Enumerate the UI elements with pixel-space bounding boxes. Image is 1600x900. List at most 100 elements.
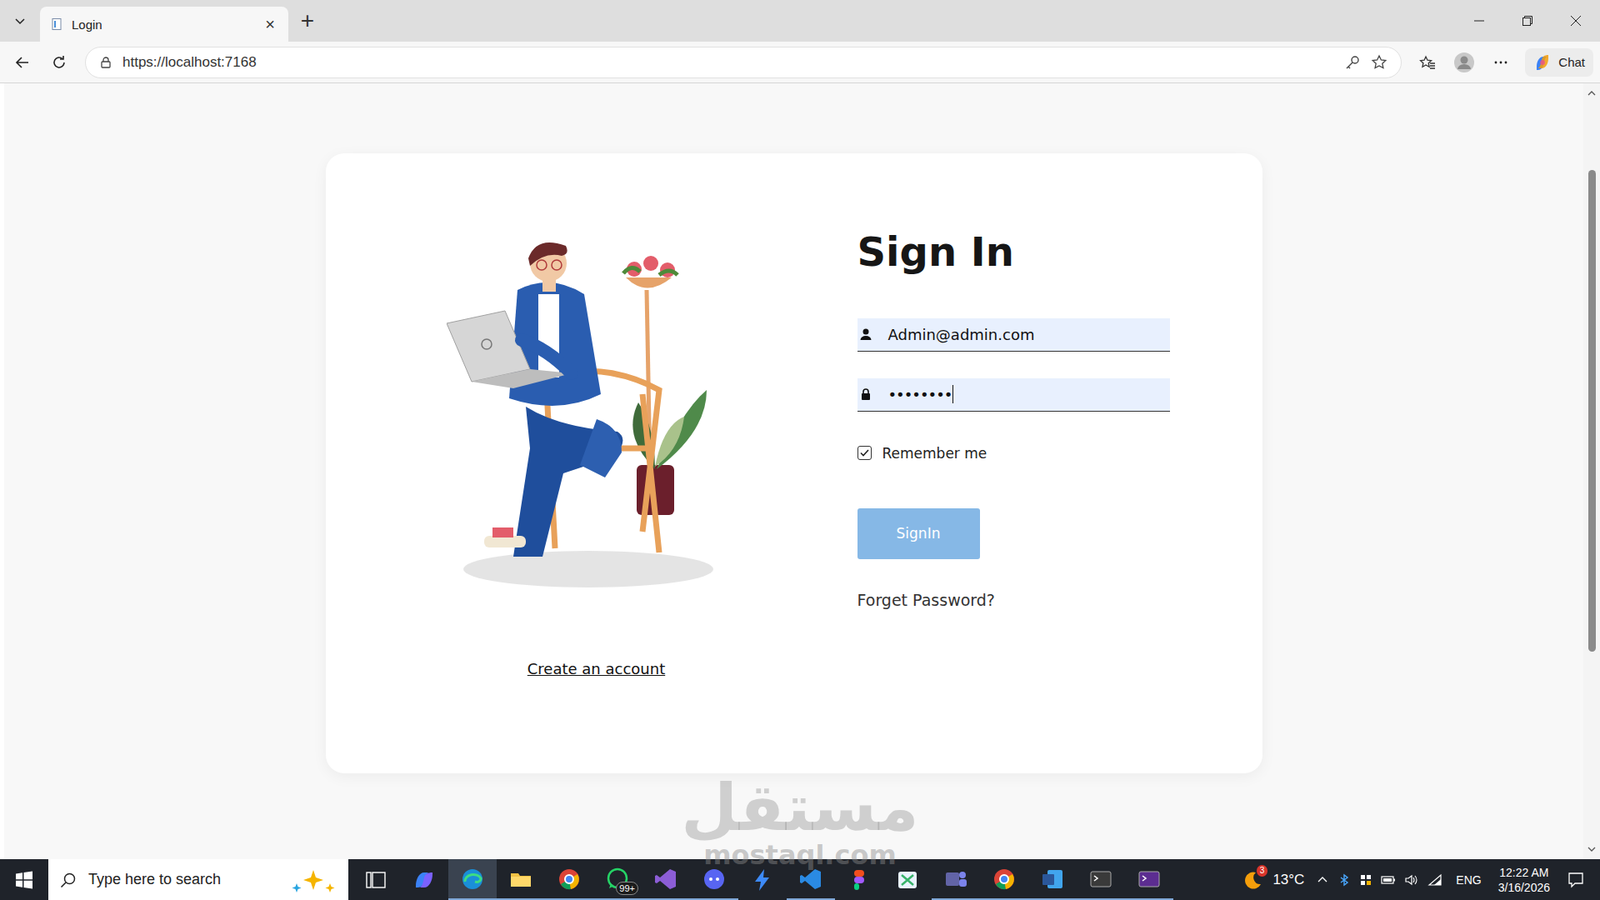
favorites-button[interactable] xyxy=(1411,46,1444,79)
bolt-icon xyxy=(750,867,775,893)
watermark-arabic: مستقل xyxy=(680,775,919,840)
text-caret xyxy=(952,385,954,404)
restore-icon xyxy=(1521,15,1534,27)
terminal-icon xyxy=(1088,866,1114,892)
minimize-icon xyxy=(1473,15,1485,27)
time: 12:22 AM xyxy=(1499,865,1549,880)
signin-form: Sign In Admin@admin.com •••••••• Remember m… xyxy=(857,228,1213,724)
tab-close-button[interactable]: × xyxy=(261,15,279,33)
taskbar-app[interactable] xyxy=(400,859,449,900)
page: Create an account Sign In Admin@admin.com •… xyxy=(4,83,1584,860)
taskbar-app[interactable] xyxy=(496,859,545,900)
scroll-up-icon[interactable] xyxy=(1587,90,1596,97)
password-field[interactable]: •••••••• xyxy=(857,378,1170,412)
taskbar-app[interactable] xyxy=(1028,859,1077,900)
notifications-icon[interactable] xyxy=(1566,870,1585,890)
chrome-icon xyxy=(991,866,1017,892)
create-account-link[interactable]: Create an account xyxy=(527,660,665,678)
taskbar-app[interactable] xyxy=(641,859,690,900)
page-icon xyxy=(50,17,64,31)
folder-icon xyxy=(508,866,534,892)
restore-button[interactable] xyxy=(1503,0,1552,42)
scroll-down-icon[interactable] xyxy=(1587,845,1596,853)
taskbar-app[interactable] xyxy=(1076,859,1125,900)
screen: Login×+ https://localhost:7168 Chat Create … xyxy=(0,0,1600,900)
scroll-thumb[interactable] xyxy=(1588,170,1596,652)
checkbox-box[interactable] xyxy=(857,445,872,460)
battery-icon[interactable] xyxy=(1380,873,1396,887)
checkmark-icon xyxy=(859,447,870,459)
sparkle-icon xyxy=(288,866,342,894)
reload-button[interactable] xyxy=(43,46,75,79)
signin-heading: Sign In xyxy=(857,228,1015,277)
taskbar-apps: 99+ xyxy=(348,859,1174,900)
temperature: 13°C xyxy=(1272,871,1305,889)
taskbar-app[interactable]: 99+ xyxy=(593,859,642,900)
weather-icon-wrap: 3 xyxy=(1242,870,1263,890)
chat-label: Chat xyxy=(1558,55,1585,70)
chevron-up-icon[interactable] xyxy=(1315,873,1330,887)
scroll-track xyxy=(1583,101,1600,841)
notification-badge: 99+ xyxy=(615,881,639,895)
key-icon[interactable] xyxy=(1344,54,1361,71)
email-field[interactable]: Admin@admin.com xyxy=(857,318,1170,352)
forgot-password-link[interactable]: Forget Password? xyxy=(857,590,995,610)
snip-icon xyxy=(895,867,920,893)
lock-icon xyxy=(859,387,873,401)
star-icon[interactable] xyxy=(1370,54,1388,71)
taskbar-app[interactable] xyxy=(351,859,400,900)
taskbar-app[interactable] xyxy=(1125,859,1174,900)
weather-widget[interactable]: 3 13°C xyxy=(1230,870,1316,890)
browser-toolbar: https://localhost:7168 Chat xyxy=(0,41,1600,84)
reload-icon xyxy=(50,54,68,71)
signin-button[interactable]: SignIn xyxy=(857,508,980,560)
remember-me-checkbox[interactable]: Remember me xyxy=(857,445,988,462)
taskbar: Type here to search 99+ 3 13°C ENG 12:22 AM3/… xyxy=(0,859,1600,900)
illustration-column: Create an account xyxy=(384,228,810,724)
teams-icon xyxy=(943,866,969,892)
taskbar-app[interactable] xyxy=(786,859,835,900)
taskbar-app[interactable] xyxy=(883,859,932,900)
tab-list-button[interactable] xyxy=(0,3,40,39)
more-icon xyxy=(1492,54,1510,71)
taskview-icon xyxy=(363,867,389,893)
clock[interactable]: 12:22 AM3/16/2026 xyxy=(1490,865,1559,895)
lock-icon xyxy=(99,55,113,70)
security-icon[interactable] xyxy=(1359,873,1373,887)
back-button[interactable] xyxy=(6,46,39,79)
taskbar-search[interactable]: Type here to search xyxy=(48,859,349,900)
more-button[interactable] xyxy=(1485,46,1517,79)
taskbar-app[interactable] xyxy=(690,859,739,900)
viewport: Create an account Sign In Admin@admin.com •… xyxy=(0,83,1600,860)
scrollbar[interactable] xyxy=(1583,83,1600,860)
profile-button[interactable] xyxy=(1448,46,1480,79)
copilot-icon xyxy=(411,867,437,893)
taskbar-app[interactable] xyxy=(931,859,980,900)
chevron-down-icon xyxy=(13,14,27,28)
chrome-icon xyxy=(556,866,582,892)
search-placeholder: Type here to search xyxy=(88,870,221,889)
browser-tab[interactable]: Login× xyxy=(40,6,289,42)
taskbar-app[interactable] xyxy=(448,859,497,900)
user-icon xyxy=(859,327,873,341)
profile-icon xyxy=(1453,51,1475,74)
person-with-laptop-illustration xyxy=(446,240,747,599)
language-indicator[interactable]: ENG xyxy=(1455,873,1481,887)
address-bar[interactable]: https://localhost:7168 xyxy=(85,46,1402,79)
chat-button[interactable]: Chat xyxy=(1525,48,1594,77)
volume-icon[interactable] xyxy=(1404,873,1420,887)
bluetooth-icon[interactable] xyxy=(1337,873,1351,887)
new-tab-button[interactable]: + xyxy=(288,3,327,39)
close-button[interactable] xyxy=(1551,0,1600,42)
minimize-button[interactable] xyxy=(1455,0,1504,42)
vs-icon xyxy=(798,866,824,892)
taskbar-app[interactable] xyxy=(545,859,594,900)
windows-logo-icon xyxy=(15,870,34,890)
wifi-icon[interactable] xyxy=(1427,873,1443,887)
taskbar-app[interactable] xyxy=(835,859,884,900)
login-card: Create an account Sign In Admin@admin.com •… xyxy=(325,153,1263,774)
taskbar-app[interactable] xyxy=(980,859,1029,900)
taskbar-app[interactable] xyxy=(738,859,787,900)
start-button[interactable] xyxy=(0,859,49,900)
tab-strip: Login×+ xyxy=(0,0,1600,42)
